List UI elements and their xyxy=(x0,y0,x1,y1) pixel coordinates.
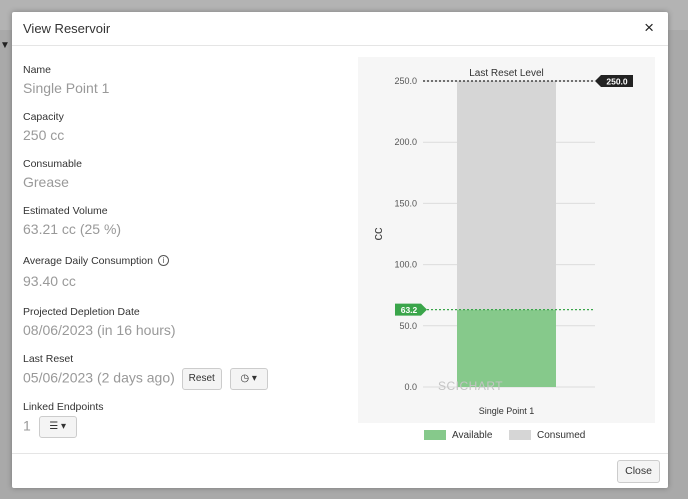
legend-swatch-available xyxy=(424,430,446,441)
dialog-footer: Close xyxy=(12,453,668,489)
name-value: Single Point 1 xyxy=(23,80,110,96)
y-tick-label: 50.0 xyxy=(399,321,417,331)
capacity-label: Capacity xyxy=(23,111,64,123)
filter-icon: ▼ xyxy=(0,40,10,51)
chart-canvas: 0.0 50.0 100.0 150.0 200.0 250.0 cc Single Poin… xyxy=(370,68,633,416)
avg-daily-consumption-field: Average Daily Consumption i 93.40 cc xyxy=(23,255,169,289)
dialog-title: View Reservoir xyxy=(23,21,111,36)
last-reset-field: Last Reset 05/06/2023 (2 days ago) Reset… xyxy=(23,353,268,390)
close-button[interactable]: Close xyxy=(617,460,660,483)
projected-depletion-value: 08/06/2023 (in 16 hours) xyxy=(23,322,176,338)
legend-label-consumed: Consumed xyxy=(537,430,586,441)
y-tick-label: 0.0 xyxy=(404,382,417,392)
y-tick-label: 200.0 xyxy=(394,137,417,147)
capacity-value: 250 cc xyxy=(23,127,65,143)
last-reset-value: 05/06/2023 (2 days ago) xyxy=(23,369,175,386)
bar-consumed xyxy=(457,81,556,310)
name-field: Name Single Point 1 xyxy=(23,64,109,96)
legend-label-available: Available xyxy=(452,430,493,441)
consumable-label: Consumable xyxy=(23,158,82,170)
legend-item-available: Available xyxy=(424,430,492,441)
estimated-volume-value: 63.21 cc (25 %) xyxy=(23,221,122,237)
close-icon[interactable]: × xyxy=(644,18,654,38)
estimated-volume-label: Estimated Volume xyxy=(23,205,108,217)
linked-endpoints-label: Linked Endpoints xyxy=(23,401,104,413)
annotation-tag-label: 250.0 xyxy=(606,77,628,87)
linked-endpoints-field: Linked Endpoints 1 ☰ ▾ xyxy=(23,401,104,438)
estimated-volume-field: Estimated Volume 63.21 cc (25 %) xyxy=(23,205,121,237)
reservoir-chart: 0.0 50.0 100.0 150.0 200.0 250.0 cc Single Poin… xyxy=(358,57,655,423)
last-reset-label: Last Reset xyxy=(23,353,74,365)
x-tick-label: Single Point 1 xyxy=(479,406,535,416)
y-tick-label: 250.0 xyxy=(394,76,417,86)
bar-available xyxy=(457,309,556,387)
y-tick-label: 100.0 xyxy=(394,260,417,270)
projected-depletion-field: Projected Depletion Date 08/06/2023 (in … xyxy=(23,306,176,338)
avg-daily-consumption-label: Average Daily Consumption xyxy=(23,255,153,267)
info-icon[interactable]: i xyxy=(157,255,169,266)
annotation-title: Last Reset Level xyxy=(469,68,544,79)
capacity-field: Capacity 250 cc xyxy=(23,111,64,143)
consumable-value: Grease xyxy=(23,174,69,190)
legend-swatch-consumed xyxy=(509,430,531,441)
y-axis-label: cc xyxy=(370,227,385,241)
annotation-tag-label: 63.2 xyxy=(401,305,418,315)
consumable-field: Consumable Grease xyxy=(23,158,82,190)
linked-endpoints-count: 1 xyxy=(23,417,31,434)
projected-depletion-label: Projected Depletion Date xyxy=(23,306,140,318)
reset-history-dropdown[interactable]: ◷ ▾ xyxy=(229,368,268,390)
endpoints-list-dropdown[interactable]: ☰ ▾ xyxy=(38,416,77,438)
legend-item-consumed: Consumed xyxy=(509,430,585,441)
view-reservoir-dialog: View Reservoir × Name Single Point 1 Cap… xyxy=(12,12,668,488)
name-label: Name xyxy=(23,64,52,76)
reset-button[interactable]: Reset xyxy=(181,368,222,390)
dialog-header: View Reservoir × xyxy=(12,12,668,46)
avg-daily-consumption-value: 93.40 cc xyxy=(23,273,76,289)
y-tick-label: 150.0 xyxy=(394,198,417,208)
watermark-text: SCICHART xyxy=(438,379,503,393)
